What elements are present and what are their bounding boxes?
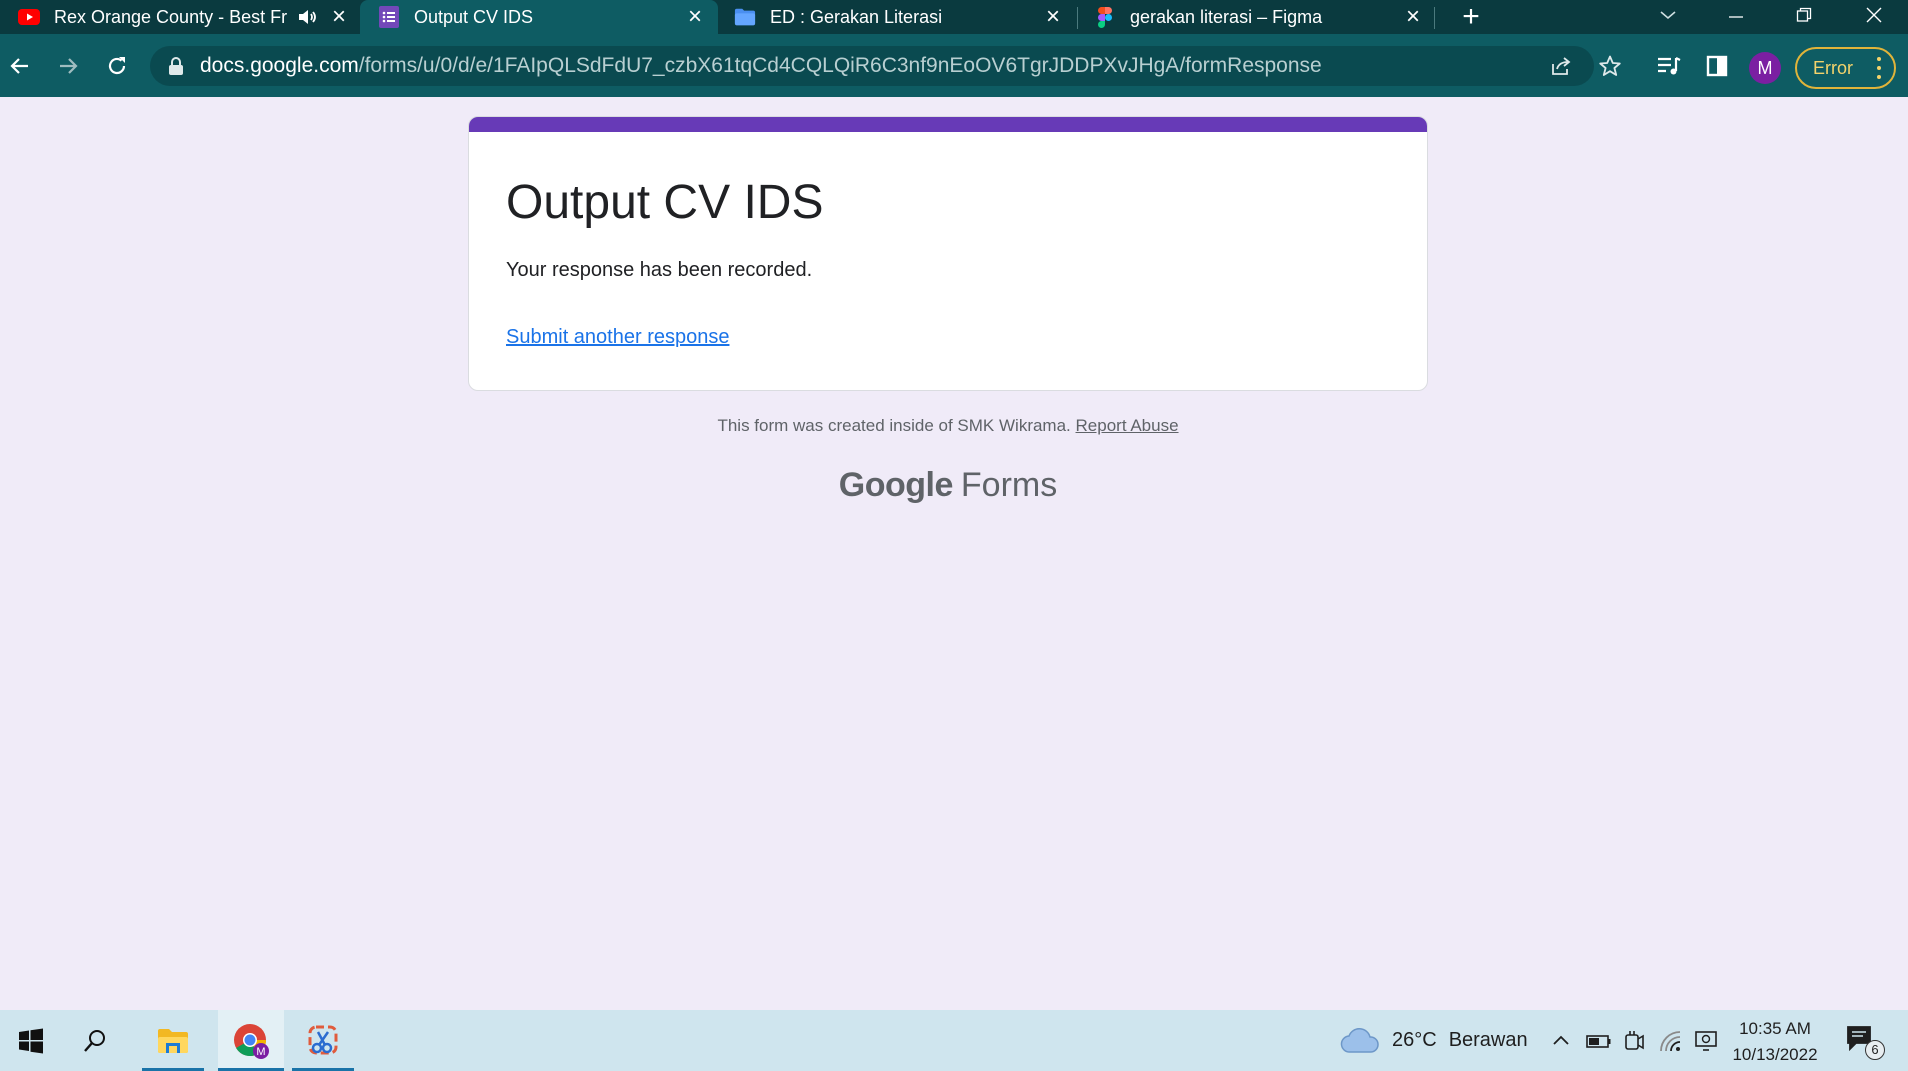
reload-icon	[108, 57, 126, 75]
close-window-button[interactable]	[1854, 0, 1894, 30]
battery-icon[interactable]	[1586, 1030, 1612, 1052]
share-button[interactable]	[1547, 52, 1575, 80]
chevron-up-icon[interactable]	[1550, 1030, 1572, 1052]
form-footer: This form was created inside of SMK Wikr…	[0, 416, 1896, 436]
meet-now-icon[interactable]	[1622, 1029, 1646, 1053]
url-text[interactable]: docs.google.com/forms/u/0/d/e/1FAIpQLSdF…	[200, 54, 1322, 78]
arrow-right-icon	[60, 58, 78, 74]
taskbar-snipping-tool[interactable]	[292, 1010, 354, 1071]
error-label: Error	[1813, 57, 1853, 78]
chrome-icon: M	[234, 1023, 269, 1059]
folder-icon	[734, 6, 756, 28]
restore-icon	[1796, 7, 1812, 22]
profile-avatar[interactable]: M	[1749, 52, 1781, 84]
tab-figma[interactable]: gerakan literasi – Figma ×	[1094, 0, 1424, 34]
weather-temperature: 26°C	[1392, 1029, 1437, 1051]
confirmation-message: Your response has been recorded.	[506, 259, 813, 281]
close-tab-icon[interactable]: ×	[328, 5, 350, 29]
restore-button[interactable]	[1784, 0, 1824, 30]
weather-widget[interactable]: 26°C Berawan	[1340, 1010, 1528, 1071]
media-control-button[interactable]	[1654, 51, 1684, 81]
tab-separator	[1077, 7, 1078, 29]
new-tab-button[interactable]: +	[1456, 2, 1486, 32]
error-button[interactable]: Error	[1795, 47, 1896, 89]
forward-button[interactable]	[52, 50, 84, 82]
search-icon	[84, 1029, 105, 1052]
share-icon	[1552, 57, 1571, 75]
bookmark-button[interactable]	[1596, 52, 1624, 80]
figma-icon	[1094, 6, 1116, 28]
weather-description: Berawan	[1448, 1029, 1528, 1051]
tab-title: gerakan literasi – Figma	[1130, 6, 1323, 27]
file-explorer-icon	[158, 1028, 188, 1053]
cloud-icon	[1340, 1027, 1379, 1053]
arrow-left-icon	[10, 58, 28, 74]
windows-logo-icon	[19, 1028, 43, 1053]
youtube-icon	[18, 6, 40, 28]
browser-toolbar: docs.google.com/forms/u/0/d/e/1FAIpQLSdF…	[0, 34, 1908, 97]
google-wordmark: Google	[838, 466, 954, 504]
tab-output-cv-ids[interactable]: Output CV IDS ×	[360, 0, 718, 34]
clock-date: 10/13/2022	[1732, 1045, 1818, 1064]
chevron-down-icon	[1660, 11, 1676, 20]
footer-text: This form was created inside of SMK Wikr…	[717, 416, 1071, 435]
card-accent-bar	[469, 117, 1427, 132]
close-tab-icon[interactable]: ×	[1402, 5, 1424, 29]
side-panel-icon	[1706, 55, 1728, 77]
taskbar-chrome[interactable]: M	[218, 1010, 284, 1071]
lock-icon[interactable]	[168, 57, 184, 75]
display-sync-icon[interactable]	[1694, 1029, 1720, 1053]
tab-title: Rex Orange County - Best Fri	[54, 6, 288, 27]
star-icon	[1599, 55, 1621, 76]
tab-youtube[interactable]: Rex Orange County - Best Fri ×	[18, 0, 350, 34]
google-forms-logo[interactable]: Google Forms	[0, 466, 1896, 505]
minimize-button[interactable]	[1716, 0, 1756, 30]
taskbar-file-explorer[interactable]	[142, 1010, 204, 1071]
notification-center-button[interactable]: 6	[1845, 1024, 1885, 1060]
clock-time: 10:35 AM	[1739, 1019, 1811, 1038]
svg-text:M: M	[256, 1046, 265, 1058]
back-button[interactable]	[4, 50, 36, 82]
submit-another-response-link[interactable]: Submit another response	[506, 326, 729, 349]
google-forms-icon	[378, 6, 400, 28]
forms-wordmark: Forms	[960, 466, 1058, 504]
playlist-music-icon	[1658, 57, 1681, 75]
reload-button[interactable]	[101, 50, 133, 82]
close-tab-icon[interactable]: ×	[1042, 5, 1064, 29]
notification-count-badge: 6	[1865, 1040, 1885, 1060]
windows-taskbar: M 26°C Berawan 10:35 AM 10/13/2022 6	[0, 1010, 1908, 1071]
clock[interactable]: 10:35 AM 10/13/2022	[1720, 1016, 1830, 1068]
snipping-tool-icon	[308, 1025, 338, 1054]
tab-strip: Rex Orange County - Best Fri × Output CV…	[0, 0, 1908, 34]
close-icon	[1866, 7, 1882, 23]
more-vert-icon	[1876, 57, 1882, 79]
tab-separator	[1434, 7, 1435, 29]
form-title: Output CV IDS	[506, 176, 824, 229]
tab-search-button[interactable]	[1648, 0, 1688, 30]
minimize-icon	[1729, 16, 1743, 18]
report-abuse-link[interactable]: Report Abuse	[1076, 416, 1179, 435]
speaker-icon[interactable]	[296, 6, 318, 28]
url-path: /forms/u/0/d/e/1FAIpQLSdFdU7_czbX61tqCd4…	[358, 54, 1322, 77]
wifi-icon[interactable]	[1658, 1029, 1684, 1053]
side-panel-button[interactable]	[1702, 51, 1732, 81]
close-tab-icon[interactable]: ×	[684, 5, 706, 29]
system-tray	[1550, 1010, 1720, 1071]
start-button[interactable]	[0, 1010, 62, 1071]
tab-title: Output CV IDS	[414, 6, 534, 27]
tab-ed-gerakan-literasi[interactable]: ED : Gerakan Literasi ×	[734, 0, 1064, 34]
form-confirmation-card: Output CV IDS Your response has been rec…	[468, 116, 1428, 391]
address-bar[interactable]: docs.google.com/forms/u/0/d/e/1FAIpQLSdF…	[150, 46, 1621, 86]
search-button[interactable]	[64, 1010, 126, 1071]
tab-title: ED : Gerakan Literasi	[770, 6, 943, 27]
url-domain: docs.google.com	[200, 54, 359, 77]
